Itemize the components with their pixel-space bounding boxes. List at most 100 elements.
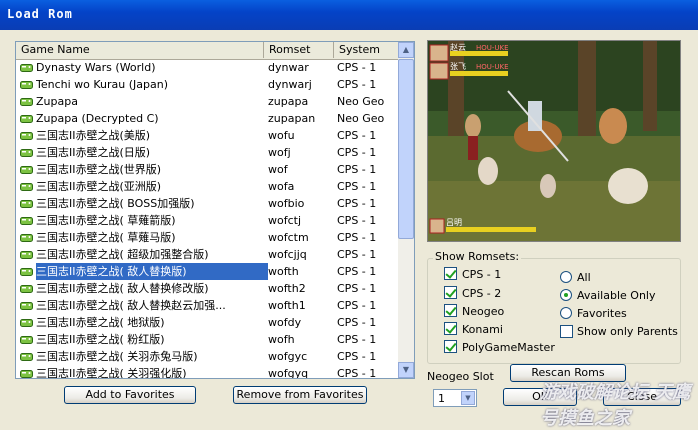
list-item[interactable]: 三国志II赤壁之战(美版) wofu CPS - 1 xyxy=(16,127,400,144)
game-icon xyxy=(20,81,33,89)
game-name-cell: 三国志II赤壁之战(亚洲版) xyxy=(36,180,162,193)
game-name-cell: 三国志II赤壁之战( BOSS加强版) xyxy=(36,197,195,210)
list-item[interactable]: Zupapa zupapa Neo Geo xyxy=(16,93,400,110)
list-item[interactable]: 三国志II赤壁之战( BOSS加强版) wofbio CPS - 1 xyxy=(16,195,400,212)
radio-favorites-label: Favorites xyxy=(577,307,627,320)
system-cell: CPS - 1 xyxy=(337,350,377,363)
game-name-cell: 三国志II赤壁之战( 地狱版) xyxy=(36,316,165,329)
checkbox-cps2[interactable] xyxy=(444,286,457,299)
system-cell: Neo Geo xyxy=(337,112,385,125)
list-item[interactable]: 三国志II赤壁之战( 草薙箭版) wofctj CPS - 1 xyxy=(16,212,400,229)
system-cell: CPS - 1 xyxy=(337,78,377,91)
p2-score: HOU-UKE xyxy=(476,63,509,71)
list-item[interactable]: 三国志II赤壁之战( 关羽赤兔马版) wofgyc CPS - 1 xyxy=(16,348,400,365)
game-name-cell: 三国志II赤壁之战( 草薙马版) xyxy=(36,231,176,244)
game-icon xyxy=(20,183,33,191)
game-icon xyxy=(20,132,33,140)
column-header-romset[interactable]: Romset xyxy=(264,42,334,58)
remove-from-favorites-button[interactable]: Remove from Favorites xyxy=(233,386,367,404)
list-item[interactable]: 三国志II赤壁之战( 关羽强化版) wofgyq CPS - 1 xyxy=(16,365,400,378)
list-item[interactable]: 三国志II赤壁之战( 草薙马版) wofctm CPS - 1 xyxy=(16,229,400,246)
romset-cell: wofgyc xyxy=(268,350,308,363)
add-to-favorites-button[interactable]: Add to Favorites xyxy=(64,386,196,404)
title-bar[interactable]: Load Rom xyxy=(0,0,698,30)
list-item[interactable]: 三国志II赤壁之战( 敌人替换修改版) wofth2 CPS - 1 xyxy=(16,280,400,297)
romset-cell: wofu xyxy=(268,129,295,142)
game-icon xyxy=(20,200,33,208)
checkbox-konami-label: Konami xyxy=(462,323,503,336)
column-header-system[interactable]: System xyxy=(334,42,400,58)
list-item[interactable]: 三国志II赤壁之战( 超级加强整合版) wofcjjq CPS - 1 xyxy=(16,246,400,263)
romset-cell: dynwarj xyxy=(268,78,312,91)
game-icon xyxy=(20,166,33,174)
game-name-cell: 三国志II赤壁之战( 粉红版) xyxy=(36,333,165,346)
window-title: Load Rom xyxy=(7,7,73,21)
game-icon xyxy=(20,149,33,157)
game-icon xyxy=(20,217,33,225)
preview-scene: 赵云 张飞 HOU-UKE HOU-UKE 吕明 xyxy=(428,41,680,241)
list-item[interactable]: 三国志II赤壁之战( 敌人替换版) wofth CPS - 1 xyxy=(16,263,400,280)
game-name-cell: 三国志II赤壁之战(日版) xyxy=(36,146,151,159)
game-name-cell: 三国志II赤壁之战( 关羽赤兔马版) xyxy=(36,350,198,363)
radio-available-only[interactable] xyxy=(560,289,572,301)
scroll-down-button[interactable]: ▼ xyxy=(398,362,414,378)
list-item[interactable]: Dynasty Wars (World) dynwar CPS - 1 xyxy=(16,59,400,76)
list-item[interactable]: 三国志II赤壁之战(亚洲版) wofa CPS - 1 xyxy=(16,178,400,195)
game-name-cell: Tenchi wo Kurau (Japan) xyxy=(36,78,169,91)
column-header-game-name[interactable]: Game Name xyxy=(16,42,264,58)
radio-favorites[interactable] xyxy=(560,307,572,319)
checkbox-show-only-parents-label: Show only Parents xyxy=(577,325,678,338)
checkbox-konami[interactable] xyxy=(444,322,457,335)
checkbox-show-only-parents[interactable] xyxy=(560,325,573,338)
neogeo-slot-select[interactable]: 1 ▼ xyxy=(433,389,477,407)
game-name-cell: 三国志II赤壁之战( 草薙箭版) xyxy=(36,214,176,227)
game-icon xyxy=(20,302,33,310)
checkbox-cps2-label: CPS - 2 xyxy=(462,287,502,300)
romset-cell: wofth2 xyxy=(268,282,306,295)
game-name-cell: 三国志II赤壁之战(美版) xyxy=(36,129,151,142)
chevron-down-icon[interactable]: ▼ xyxy=(461,391,475,405)
game-name-cell: Zupapa xyxy=(36,95,78,108)
checkbox-neogeo[interactable] xyxy=(444,304,457,317)
p1-score: HOU-UKE xyxy=(476,44,509,52)
list-item[interactable]: 三国志II赤壁之战(世界版) wof CPS - 1 xyxy=(16,161,400,178)
system-cell: CPS - 1 xyxy=(337,282,377,295)
list-item[interactable]: 三国志II赤壁之战( 粉红版) wofh CPS - 1 xyxy=(16,331,400,348)
list-item[interactable]: 三国志II赤壁之战( 敌人替换赵云加强... wofth1 CPS - 1 xyxy=(16,297,400,314)
list-item[interactable]: Zupapa (Decrypted C) zupapan Neo Geo xyxy=(16,110,400,127)
list-item[interactable]: Tenchi wo Kurau (Japan) dynwarj CPS - 1 xyxy=(16,76,400,93)
list-item[interactable]: 三国志II赤壁之战(日版) wofj CPS - 1 xyxy=(16,144,400,161)
list-scrollbar[interactable]: ▲ ▼ xyxy=(398,42,414,378)
system-cell: CPS - 1 xyxy=(337,299,377,312)
game-name-cell: 三国志II赤壁之战( 敌人替换版) xyxy=(36,263,268,280)
romset-cell: wof xyxy=(268,163,288,176)
scroll-up-button[interactable]: ▲ xyxy=(398,42,414,58)
scroll-thumb[interactable] xyxy=(398,59,414,239)
romset-cell: wofctj xyxy=(268,214,302,227)
system-cell: CPS - 1 xyxy=(337,197,377,210)
system-cell: CPS - 1 xyxy=(337,248,377,261)
radio-all[interactable] xyxy=(560,271,572,283)
list-item[interactable]: 三国志II赤壁之战( 地狱版) wofdy CPS - 1 xyxy=(16,314,400,331)
system-cell: CPS - 1 xyxy=(337,214,377,227)
system-cell: CPS - 1 xyxy=(337,146,377,159)
neogeo-slot-label: Neogeo Slot xyxy=(427,370,494,383)
game-name-cell: 三国志II赤壁之战(世界版) xyxy=(36,163,162,176)
game-icon xyxy=(20,353,33,361)
checkbox-cps1[interactable] xyxy=(444,267,457,280)
romset-cell: wofth xyxy=(268,265,299,278)
game-icon xyxy=(20,98,33,106)
game-icon xyxy=(20,319,33,327)
checkbox-polygamemaster[interactable] xyxy=(444,340,457,353)
game-icon xyxy=(20,370,33,378)
rom-list[interactable]: Game Name Romset System Dynasty Wars (Wo… xyxy=(15,41,415,379)
system-cell: CPS - 1 xyxy=(337,180,377,193)
system-cell: Neo Geo xyxy=(337,95,385,108)
checkbox-polygamemaster-label: PolyGameMaster xyxy=(462,341,555,354)
p2-name: 张飞 xyxy=(450,62,466,71)
system-cell: CPS - 1 xyxy=(337,129,377,142)
list-header: Game Name Romset System xyxy=(16,42,400,60)
romset-cell: dynwar xyxy=(268,61,309,74)
game-icon xyxy=(20,115,33,123)
watermark: 游戏破解论坛 天鹰号摸鱼之家 xyxy=(540,382,691,429)
